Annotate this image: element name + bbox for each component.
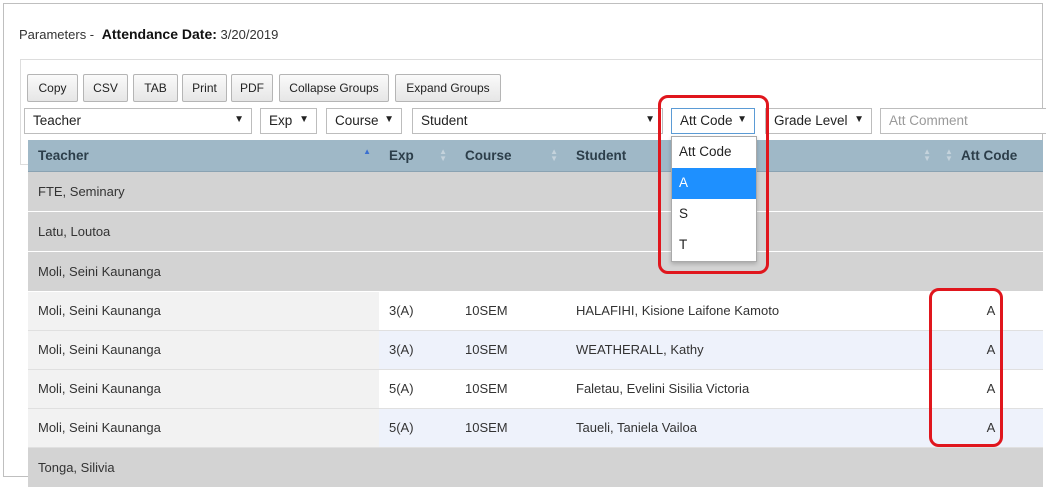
teacher-filter-select[interactable]: Teacher ▼	[24, 108, 252, 134]
cell-student: WEATHERALL, Kathy	[566, 330, 939, 370]
cell-student: HALAFIHI, Kisione Laifone Kamoto	[566, 291, 939, 331]
column-header-course[interactable]: Course ▲ ▼	[455, 140, 566, 172]
grade-level-filter-select[interactable]: Grade Level ▼	[765, 108, 872, 134]
sort-arrows-icon: ▲ ▼	[923, 147, 931, 163]
cell-teacher: Moli, Seini Kaunanga	[28, 330, 379, 370]
group-label: FTE, Seminary	[28, 170, 1043, 212]
sort-arrows-icon: ▲ ▼	[439, 147, 447, 163]
cell-course: 10SEM	[455, 330, 566, 370]
cell-student: Faletau, Evelini Sisilia Victoria	[566, 369, 939, 409]
expand-groups-button[interactable]: Expand Groups	[395, 74, 501, 102]
cell-teacher: Moli, Seini Kaunanga	[28, 408, 379, 448]
column-header-exp[interactable]: Exp ▲ ▼	[379, 140, 455, 172]
collapse-groups-button[interactable]: Collapse Groups	[279, 74, 389, 102]
att-comment-input[interactable]: Att Comment	[880, 108, 1046, 134]
cell-exp: 3(A)	[379, 330, 455, 370]
caret-down-icon: ▼	[234, 114, 244, 125]
table-row[interactable]: Moli, Seini Kaunanga 3(A) 10SEM HALAFIHI…	[28, 291, 1043, 331]
sort-arrows-icon: ▲ ▼	[945, 147, 953, 163]
attendance-table: Teacher ▲ Exp ▲ ▼ Course ▲ ▼ Student ▲ ▼ ▲ ▼ Att …	[28, 140, 1043, 488]
course-filter-select[interactable]: Course ▼	[326, 108, 402, 134]
att-code-highlight-box	[929, 288, 1003, 447]
column-header-att-code[interactable]: ▲ ▼ Att Code	[939, 140, 1043, 172]
caret-down-icon: ▼	[299, 114, 309, 125]
pdf-button[interactable]: PDF	[231, 74, 273, 102]
exp-filter-select[interactable]: Exp ▼	[260, 108, 317, 134]
dropdown-highlight-box	[658, 95, 769, 274]
group-row[interactable]: Tonga, Silivia	[28, 446, 1043, 488]
copy-button[interactable]: Copy	[27, 74, 78, 102]
teacher-filter-value: Teacher	[33, 113, 82, 128]
print-button[interactable]: Print	[182, 74, 227, 102]
student-filter-value: Student	[421, 113, 468, 128]
tab-button[interactable]: TAB	[133, 74, 178, 102]
column-header-teacher[interactable]: Teacher ▲	[28, 140, 379, 172]
cell-teacher: Moli, Seini Kaunanga	[28, 369, 379, 409]
filter-row: Teacher ▼ Exp ▼ Course ▼ Student ▼ Att C…	[0, 108, 1046, 134]
sort-asc-icon: ▲	[363, 147, 371, 156]
table-header-row: Teacher ▲ Exp ▲ ▼ Course ▲ ▼ Student ▲ ▼ ▲ ▼ Att …	[28, 140, 1043, 172]
att-comment-placeholder: Att Comment	[889, 113, 968, 128]
group-label: Latu, Loutoa	[28, 211, 1043, 252]
group-label: Tonga, Silivia	[28, 446, 1043, 488]
cell-student: Taueli, Taniela Vailoa	[566, 408, 939, 448]
parameters-prefix: Parameters -	[19, 27, 95, 42]
caret-down-icon: ▼	[384, 114, 394, 125]
cell-exp: 3(A)	[379, 291, 455, 331]
cell-exp: 5(A)	[379, 369, 455, 409]
table-row[interactable]: Moli, Seini Kaunanga 3(A) 10SEM WEATHERA…	[28, 330, 1043, 370]
group-label: Moli, Seini Kaunanga	[28, 251, 1043, 292]
student-filter-select[interactable]: Student ▼	[412, 108, 663, 134]
caret-down-icon: ▼	[854, 114, 864, 125]
caret-down-icon: ▼	[645, 114, 655, 125]
table-row[interactable]: Moli, Seini Kaunanga 5(A) 10SEM Faletau,…	[28, 369, 1043, 409]
cell-teacher: Moli, Seini Kaunanga	[28, 291, 379, 331]
group-row[interactable]: Latu, Loutoa	[28, 211, 1043, 252]
attendance-date-label: Attendance Date:	[101, 26, 217, 42]
attendance-date-value: 3/20/2019	[220, 27, 279, 42]
cell-exp: 5(A)	[379, 408, 455, 448]
group-row[interactable]: Moli, Seini Kaunanga	[28, 251, 1043, 292]
group-row[interactable]: FTE, Seminary	[28, 170, 1043, 212]
table-row[interactable]: Moli, Seini Kaunanga 5(A) 10SEM Taueli, …	[28, 408, 1043, 448]
csv-button[interactable]: CSV	[83, 74, 128, 102]
cell-course: 10SEM	[455, 291, 566, 331]
course-filter-value: Course	[335, 113, 379, 128]
cell-course: 10SEM	[455, 369, 566, 409]
exp-filter-value: Exp	[269, 113, 293, 128]
cell-course: 10SEM	[455, 408, 566, 448]
parameters-line: Parameters - Attendance Date: 3/20/2019	[19, 26, 278, 42]
sort-arrows-icon: ▲ ▼	[550, 147, 558, 163]
grade-level-filter-value: Grade Level	[774, 113, 848, 128]
